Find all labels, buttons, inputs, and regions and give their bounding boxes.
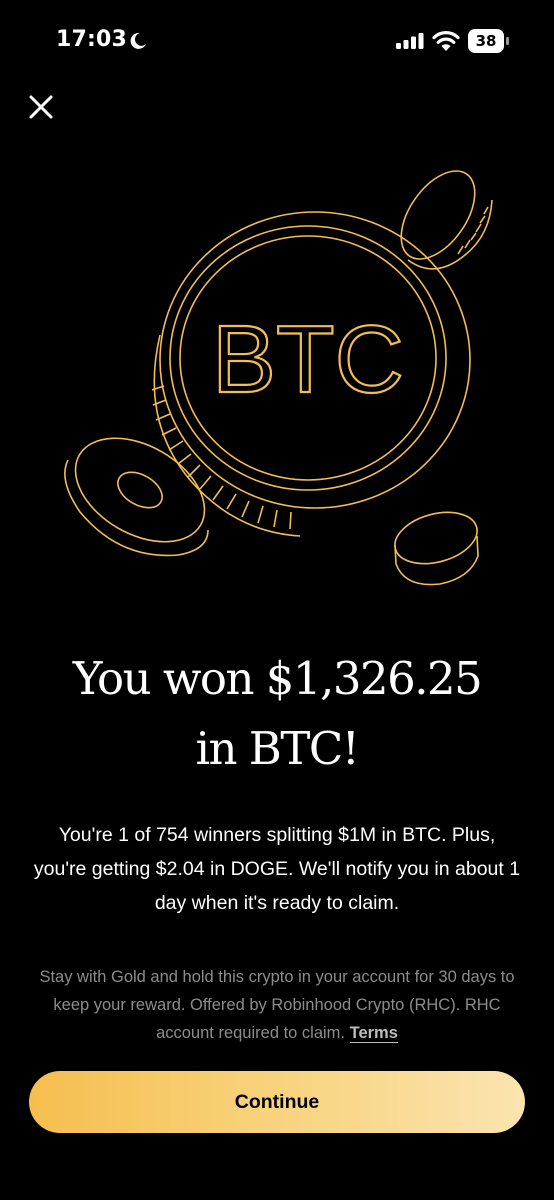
reward-description: You're 1 of 754 winners splitting $1M in…	[33, 824, 521, 914]
coins-illustration: BTC	[64, 170, 493, 586]
close-icon[interactable]	[24, 90, 58, 124]
btc-coin-label: BTC	[212, 306, 404, 413]
coin-top-right	[400, 170, 493, 270]
terms-link[interactable]: Terms	[349, 1024, 398, 1043]
status-time: 17:03	[56, 27, 128, 52]
battery-level: 38	[475, 32, 497, 50]
fine-print: Stay with Gold and hold this crypto in y…	[30, 963, 524, 1047]
status-bar: 17:03 38	[0, 0, 554, 84]
continue-button[interactable]: Continue	[29, 1071, 525, 1133]
signal-icon	[396, 33, 424, 49]
fine-print-text: Stay with Gold and hold this crypto in y…	[39, 968, 515, 1042]
coin-bottom-right	[394, 511, 479, 586]
battery-icon: 38	[468, 29, 510, 53]
moon-icon	[130, 32, 146, 49]
headline-line-1: You won $1,326.25	[72, 652, 483, 705]
headline-line-2: in BTC!	[195, 722, 360, 775]
wifi-icon	[432, 31, 460, 51]
headline: You won $1,326.25 in BTC!	[0, 644, 554, 784]
